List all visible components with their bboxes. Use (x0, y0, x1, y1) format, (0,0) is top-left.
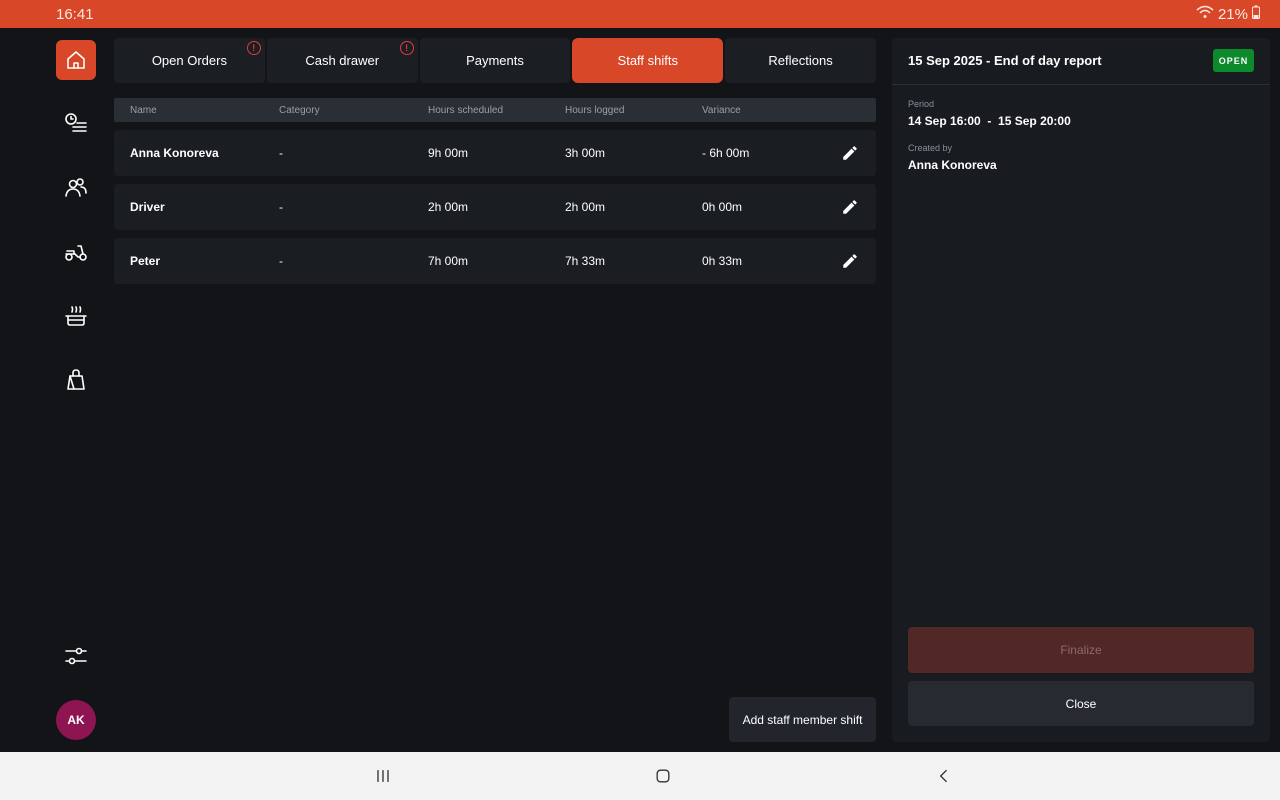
table-row[interactable]: Peter - 7h 00m 7h 33m 0h 33m (114, 238, 876, 284)
pencil-icon (843, 254, 857, 268)
sidebar: AK (0, 28, 112, 752)
row-category: - (279, 200, 283, 214)
system-navigation-bar (0, 752, 1280, 800)
status-time: 16:41 (56, 5, 94, 23)
wifi-icon (1196, 5, 1214, 23)
divider (892, 84, 1270, 85)
column-header-variance: Variance (702, 104, 741, 116)
status-bar: 16:41 21% (0, 0, 1280, 28)
finalize-button[interactable]: Finalize (908, 627, 1254, 673)
recent-apps-button[interactable] (371, 764, 395, 788)
status-indicators: 21% (1196, 5, 1260, 23)
row-hours-logged: 7h 33m (565, 254, 606, 268)
created-by-label: Created by (908, 143, 953, 153)
tab-payments[interactable]: Payments (419, 38, 571, 83)
created-by-value: Anna Konoreva (908, 158, 997, 172)
tab-label: Reflections (768, 53, 833, 68)
nav-history-button[interactable] (56, 104, 96, 144)
pencil-icon (843, 146, 857, 160)
alert-icon: ! (246, 41, 261, 55)
edit-shift-button[interactable] (840, 251, 860, 271)
report-panel: 15 Sep 2025 - End of day report OPEN Per… (892, 38, 1270, 742)
tab-open-orders[interactable]: Open Orders ! (114, 38, 265, 83)
row-hours-scheduled: 9h 00m (428, 146, 469, 160)
alert-icon: ! (399, 41, 414, 55)
row-category: - (279, 146, 283, 160)
home-square-icon (656, 769, 670, 783)
column-header-hours-scheduled: Hours scheduled (428, 104, 504, 116)
tab-label: Staff shifts (617, 53, 679, 68)
edit-shift-button[interactable] (840, 143, 860, 163)
nav-delivery-button[interactable] (56, 232, 96, 272)
column-header-name: Name (130, 104, 157, 116)
customers-icon (65, 178, 87, 197)
row-variance: - 6h 00m (702, 146, 750, 160)
sliders-icon (65, 647, 87, 665)
report-title: 15 Sep 2025 - End of day report (908, 53, 1102, 68)
table-row[interactable]: Driver - 2h 00m 2h 00m 0h 00m (114, 184, 876, 230)
tab-reflections[interactable]: Reflections (725, 38, 876, 83)
row-hours-logged: 3h 00m (565, 146, 606, 160)
nav-kitchen-button[interactable] (56, 296, 96, 336)
back-chevron-icon (939, 769, 947, 783)
history-list-icon (65, 113, 87, 132)
row-name: Anna Konoreva (130, 146, 219, 160)
row-hours-scheduled: 2h 00m (428, 200, 469, 214)
nav-shop-button[interactable] (56, 360, 96, 400)
add-staff-shift-button[interactable]: Add staff member shift (729, 697, 876, 742)
column-header-category: Category (279, 104, 320, 116)
home-icon (67, 51, 85, 69)
battery-icon (1252, 5, 1260, 23)
pencil-icon (843, 200, 857, 214)
edit-shift-button[interactable] (840, 197, 860, 217)
delivery-scooter-icon (65, 245, 87, 261)
column-header-hours-logged: Hours logged (565, 104, 625, 116)
nav-settings-button[interactable] (56, 636, 96, 676)
row-hours-logged: 2h 00m (565, 200, 606, 214)
battery-percent: 21% (1217, 5, 1248, 23)
tab-label: Cash drawer (305, 53, 380, 68)
back-button[interactable] (932, 764, 956, 788)
table-row[interactable]: Anna Konoreva - 9h 00m 3h 00m - 6h 00m (114, 130, 876, 176)
nav-customers-button[interactable] (56, 168, 96, 208)
row-variance: 0h 00m (702, 200, 743, 214)
status-badge: OPEN (1213, 49, 1254, 72)
tab-staff-shifts[interactable]: Staff shifts (572, 38, 724, 83)
period-value: 14 Sep 16:00 - 15 Sep 20:00 (908, 114, 1071, 128)
tab-cash-drawer[interactable]: Cash drawer ! (266, 38, 418, 83)
recent-apps-icon (377, 770, 389, 782)
tab-label: Payments (466, 53, 524, 68)
home-nav-button[interactable] (651, 764, 675, 788)
table-header: Name Category Hours scheduled Hours logg… (114, 98, 876, 122)
tab-label: Open Orders (151, 53, 227, 68)
row-name: Driver (130, 200, 165, 214)
nav-home-button[interactable] (56, 40, 96, 80)
report-tabs: Open Orders ! Cash drawer ! Payments Sta… (114, 38, 876, 83)
period-label: Period (908, 99, 935, 109)
row-variance: 0h 33m (702, 254, 743, 268)
row-category: - (279, 254, 283, 268)
close-button[interactable]: Close (908, 681, 1254, 726)
row-hours-scheduled: 7h 00m (428, 254, 469, 268)
avatar[interactable]: AK (56, 700, 96, 740)
kitchen-pot-icon (65, 306, 87, 326)
shopping-bag-icon (67, 369, 85, 390)
row-name: Peter (130, 254, 161, 268)
